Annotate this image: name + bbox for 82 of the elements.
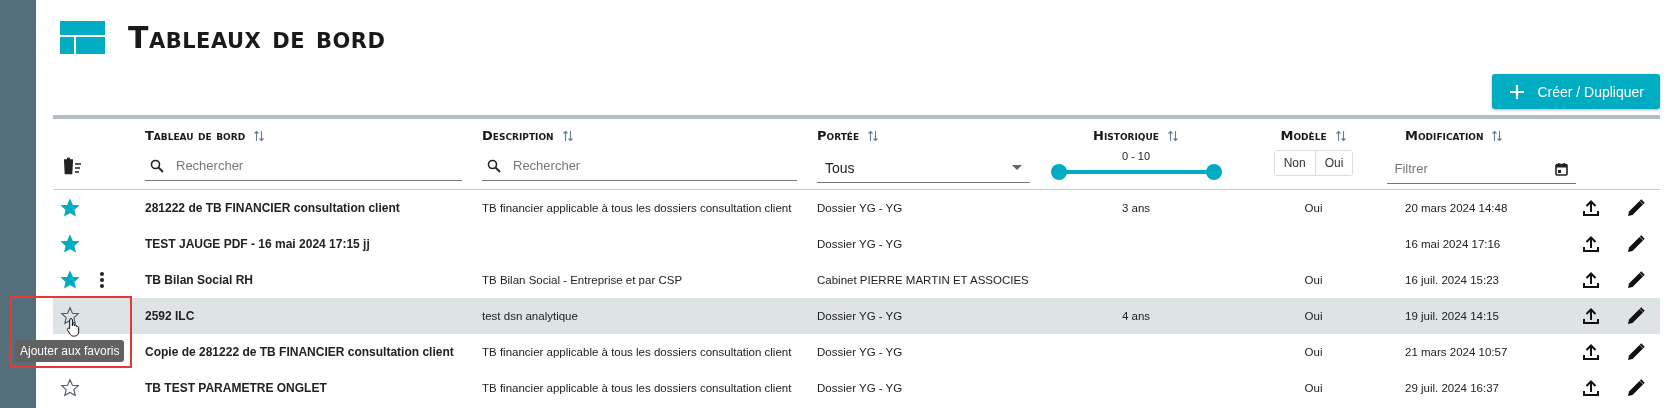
upload-icon[interactable] [1582,343,1600,361]
search-field[interactable]: Rechercher [482,151,797,181]
edit-icon[interactable] [1627,199,1645,217]
table-cell: 20 mars 2024 14:48 [1405,202,1508,214]
star-icon[interactable] [60,198,80,218]
star-icon[interactable] [60,306,80,326]
column-header[interactable]: Tableau de bord [145,128,246,143]
page-title: Tableaux de bord [128,20,386,55]
star-icon[interactable] [60,270,80,290]
more-options-icon[interactable] [100,271,104,289]
star-icon[interactable] [60,378,80,398]
table-cell: 16 mai 2024 17:16 [1405,238,1501,250]
table-cell: Oui [1304,310,1323,322]
column-header[interactable]: Portée [817,128,860,143]
sort-icon[interactable] [867,129,880,142]
search-icon [150,158,164,173]
search-field[interactable]: Rechercher [145,151,462,181]
date-input[interactable]: Filtrer [1392,160,1555,177]
date-filter-field[interactable]: Filtrer [1386,154,1576,184]
sort-icon[interactable] [1334,129,1347,142]
table-cell: Oui [1304,382,1323,394]
search-icon [487,158,501,173]
star-icon[interactable] [60,234,80,254]
upload-icon[interactable] [1582,379,1600,397]
dashboard-name[interactable]: TB TEST PARAMETRE ONGLET [145,381,327,395]
slider-thumb[interactable] [1205,164,1222,180]
table-cell: 21 mars 2024 10:57 [1405,346,1508,358]
table-cell: Dossier YG - YG [817,202,903,214]
dashboard-name[interactable]: TEST JAUGE PDF - 16 mai 2024 17:15 jj [145,237,370,251]
scope-dropdown[interactable]: Tous [817,153,1030,183]
table-cell: 29 juil. 2024 16:37 [1405,382,1499,394]
column-header[interactable]: Modèle [1280,128,1327,143]
edit-icon[interactable] [1627,379,1645,397]
tooltip: Ajouter aux favoris [15,340,125,362]
dashboard-name[interactable]: Copie de 281222 de TB FINANCIER consultation client [145,345,454,359]
toggle-option[interactable]: Oui [1314,151,1353,175]
sort-icon[interactable] [1166,129,1179,142]
table-cell: Dossier YG - YG [817,346,903,358]
dashboard-name[interactable]: 2592 ILC [145,309,195,323]
caret-icon [1012,164,1022,171]
clear-filters-icon[interactable] [61,157,82,175]
dashboard-name[interactable]: TB Bilan Social RH [145,273,254,287]
plus-icon [1509,83,1526,100]
dashboard-icon [60,21,105,54]
table-cell: TB financier applicable à tous les dossiers consultation client [482,382,792,394]
sort-icon[interactable] [561,129,574,142]
hand-cursor-icon [66,317,82,337]
column-header[interactable]: Historique [1093,128,1159,143]
table-cell: Dossier YG - YG [817,382,903,394]
table-cell: Dossier YG - YG [817,310,903,322]
table-cell: TB Bilan Social - Entreprise et par CSP [482,274,683,286]
upload-icon[interactable] [1582,307,1600,325]
table-cell: Oui [1304,202,1323,214]
table-cell: TB financier applicable à tous les dossiers consultation client [482,346,792,358]
upload-icon[interactable] [1582,235,1600,253]
table-cell: 16 juil. 2024 15:23 [1405,274,1499,286]
edit-icon[interactable] [1627,235,1645,253]
table-cell: Dossier YG - YG [817,238,903,250]
range-reading: 0 - 10 [1121,150,1151,162]
table-cell: Oui [1304,274,1323,286]
table-cell: TB financier applicable à tous les dossiers consultation client [482,202,792,214]
edit-icon[interactable] [1627,343,1645,361]
slider-thumb[interactable] [1050,164,1067,180]
sort-icon[interactable] [1491,129,1504,142]
table-cell: test dsn analytique [482,310,578,322]
calendar-icon[interactable] [1554,161,1568,176]
edit-icon[interactable] [1627,307,1645,325]
column-header[interactable]: Description [482,128,554,143]
table-cell: 4 ans [1121,310,1151,322]
dashboard-name[interactable]: 281222 de TB FINANCIER consultation client [145,201,400,215]
upload-icon[interactable] [1582,271,1600,289]
column-header[interactable]: Modification [1405,128,1484,143]
table-cell: Oui [1304,346,1323,358]
range-slider[interactable] [1050,164,1222,180]
search-input[interactable]: Rechercher [174,157,462,174]
search-input[interactable]: Rechercher [511,157,797,174]
table-cell: Cabinet PIERRE MARTIN ET ASSOCIES [817,274,1029,286]
table-cell: 3 ans [1121,202,1151,214]
table-cell: 19 juil. 2024 14:15 [1405,310,1499,322]
edit-icon[interactable] [1627,271,1645,289]
sort-icon[interactable] [253,129,266,142]
upload-icon[interactable] [1582,199,1600,217]
